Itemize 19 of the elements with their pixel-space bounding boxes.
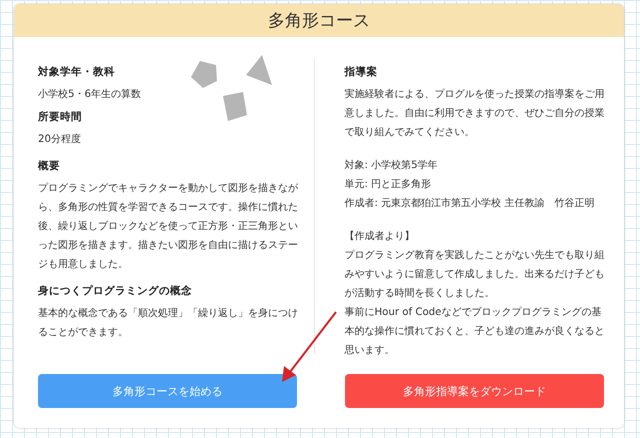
section-text: 20分程度	[38, 132, 82, 147]
download-button[interactable]: 多角形指導案をダウンロード	[345, 374, 604, 408]
section-text: 小学校5・6年生の算数	[38, 88, 141, 102]
guide-text: プログラミング教育を実践したことがない先生でも取り組みやすいように留意して作成しました。出来るだけ子どもが活動する時間を長くしました。	[344, 248, 606, 301]
guide-text: 実施経験者による、プログルを使った授業の指導案をご用意しました。自由に利用できますので、ぜひご自分の授業で取り組んでみてください。	[344, 88, 606, 140]
section-heading: 指導案	[344, 65, 378, 79]
section-heading: 対象学年・教科	[38, 65, 116, 79]
guide-text: 作成者: 元東京都狛江市第五小学校 主任教諭 竹谷正明	[344, 196, 596, 211]
section-heading: 身につくプログラミングの概念	[38, 284, 193, 298]
guide-text: 対象: 小学校第5学年	[344, 158, 439, 173]
section-text: 基本的な概念である「順次処理」「繰り返し」を身につけることができます。	[38, 306, 299, 340]
section-heading: 所要時間	[38, 110, 83, 124]
section-text: プログラミングでキャラクターを動かして図形を描きながら、多角形の性質を学習できるコースです。操作に慣れた後、繰り返しブロックなどを使って正方形・正三角形といった図形を描きます。描きたい図形を自由に描けるステージも用意しました。	[38, 182, 299, 272]
course-title: 多角形コース	[268, 10, 370, 32]
section-heading: 概要	[38, 159, 61, 173]
start-button[interactable]: 多角形コースを始める	[38, 374, 297, 408]
guide-text: 単元: 円と正多角形	[344, 178, 432, 192]
guide-text: 【作成者より】	[344, 230, 416, 244]
guide-text: 事前にHour of Codeなどでブロックプログラミングの基本的な操作に慣れておくと、子ども達の進みが良くなると思います。	[344, 306, 606, 358]
